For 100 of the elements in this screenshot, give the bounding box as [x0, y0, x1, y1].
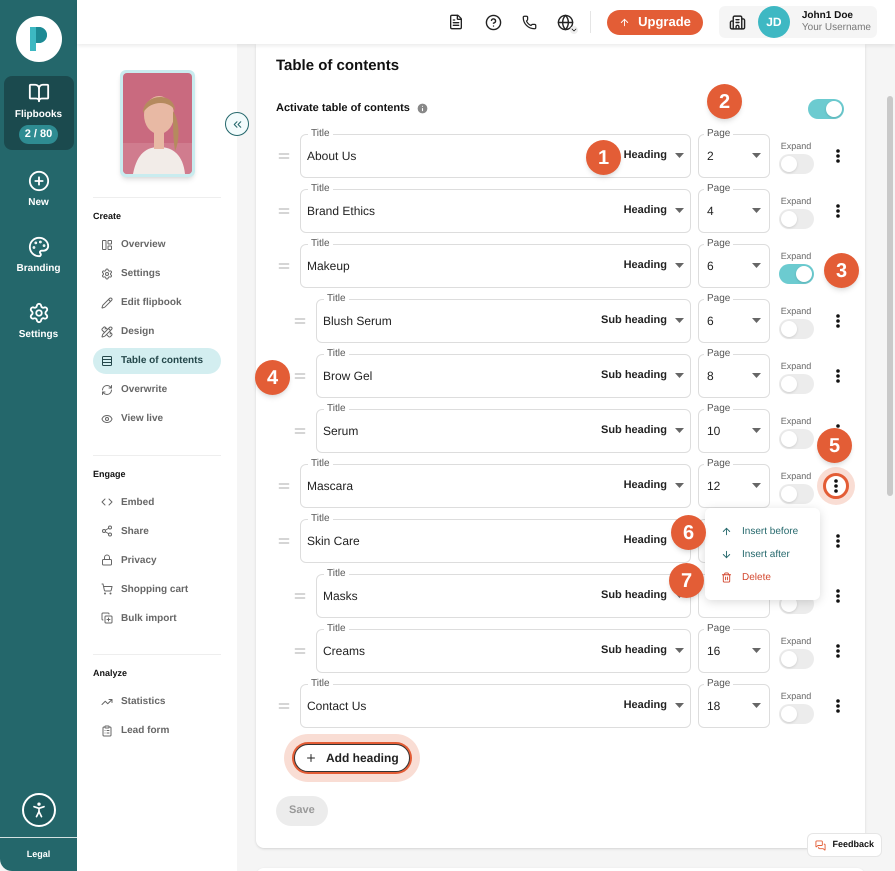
title-value: Brow Gel: [323, 368, 372, 384]
more-icon: [836, 588, 840, 602]
page-value: 16: [707, 642, 722, 660]
scrollbar[interactable]: [887, 96, 893, 496]
expand-label: Expand: [780, 470, 812, 482]
accessibility-button[interactable]: [22, 792, 56, 826]
heading-type-select[interactable]: Heading: [624, 147, 684, 164]
nav-rail-item[interactable]: New: [4, 164, 74, 216]
more-icon: [836, 204, 840, 218]
sidebar-item[interactable]: Embed: [93, 489, 221, 515]
collapse-sidebar-button[interactable]: [225, 112, 249, 136]
sidebar-item[interactable]: Shopping cart: [93, 576, 221, 602]
menu-item[interactable]: Insert before: [721, 524, 804, 538]
account-panel[interactable]: JD John1 Doe Your Username: [718, 6, 877, 38]
field-label: Title: [324, 402, 349, 414]
toggle-switch[interactable]: [778, 648, 814, 668]
upgrade-button[interactable]: Upgrade: [607, 10, 703, 34]
legal-link[interactable]: Legal: [26, 848, 50, 861]
toggle-switch[interactable]: [778, 264, 814, 284]
title-value: Creams: [323, 642, 366, 660]
sidebar-item[interactable]: Settings: [93, 260, 221, 286]
sidebar-item[interactable]: Statistics: [93, 688, 221, 714]
phone-icon[interactable]: [522, 14, 538, 30]
more-icon: [836, 368, 840, 382]
document-icon[interactable]: [448, 14, 464, 30]
clipboard-icon: [101, 724, 113, 736]
sidebar-item[interactable]: Share: [93, 518, 221, 544]
heading-type-select[interactable]: Heading: [624, 257, 684, 274]
add-heading-button[interactable]: Add heading: [284, 734, 420, 782]
toggle-switch[interactable]: [778, 428, 814, 448]
pencil-icon: [101, 296, 113, 308]
list-icon: [101, 354, 113, 366]
nav-rail-item[interactable]: Flipbooks 2 / 80: [4, 76, 74, 150]
sidebar-item[interactable]: Overwrite: [93, 376, 221, 402]
menu-item[interactable]: Delete: [721, 570, 804, 584]
sidebar-item[interactable]: Overview: [93, 232, 221, 258]
heading-type-select[interactable]: Heading: [624, 697, 684, 714]
field-label: Page: [704, 292, 734, 304]
caret-icon: [675, 483, 684, 488]
feedback-button[interactable]: Feedback: [807, 833, 882, 857]
toggle-switch[interactable]: [778, 318, 814, 338]
caret-icon: [675, 318, 684, 323]
expand-label: Expand: [780, 690, 812, 702]
heading-type-select[interactable]: Sub heading: [601, 367, 684, 384]
nav-rail-item[interactable]: Settings: [4, 296, 74, 348]
app-logo: [16, 16, 62, 62]
title-value: Masks: [323, 588, 358, 604]
toggle-switch[interactable]: [778, 154, 814, 174]
caret-icon: [752, 428, 761, 433]
caret-icon: [675, 263, 684, 268]
caret-icon: [752, 703, 761, 708]
title-value: Skin Care: [307, 532, 360, 550]
info-icon[interactable]: [416, 102, 429, 115]
heading-type-select[interactable]: Sub heading: [601, 422, 684, 439]
expand-label: Expand: [780, 140, 812, 152]
trash-icon: [721, 572, 732, 582]
field-label: Page: [704, 458, 734, 470]
caret-icon: [752, 318, 761, 323]
page-value: 10: [707, 422, 722, 440]
heading-type-select[interactable]: Heading: [624, 202, 684, 219]
caret-icon: [675, 648, 684, 653]
layout-icon: [101, 238, 113, 250]
more-icon: [834, 478, 838, 492]
section-heading: Engage: [93, 468, 127, 481]
sidebar-item[interactable]: Table of contents: [93, 348, 221, 374]
globe-icon[interactable]: [557, 14, 574, 30]
field-label: Title: [308, 458, 333, 470]
title-value: Blush Serum: [323, 312, 392, 330]
toggle-switch[interactable]: [778, 484, 814, 504]
sidebar-item[interactable]: Lead form: [93, 718, 221, 744]
sidebar-item[interactable]: Privacy: [93, 547, 221, 573]
title-value: Brand Ethics: [307, 202, 376, 220]
toggle-switch[interactable]: [778, 208, 814, 228]
menu-item[interactable]: Insert after: [721, 546, 804, 562]
cart-icon: [101, 583, 113, 595]
sidebar-item[interactable]: View live: [93, 406, 221, 432]
sidebar-item[interactable]: Design: [93, 318, 221, 344]
plus-icon: [305, 752, 317, 764]
caret-icon: [752, 263, 761, 268]
page-value: 2: [707, 148, 715, 164]
expand-label: Expand: [780, 250, 812, 262]
nav-rail-item[interactable]: Branding: [4, 230, 74, 282]
sidebar-item[interactable]: Bulk import: [93, 605, 221, 631]
caret-icon: [752, 483, 761, 488]
toggle-switch[interactable]: [778, 704, 814, 724]
toggle-switch[interactable]: [778, 374, 814, 394]
sidebar-item[interactable]: Edit flipbook: [93, 290, 221, 316]
page-value: 18: [707, 698, 722, 714]
expand-label: Expand: [780, 360, 812, 372]
heading-type-select[interactable]: Sub heading: [601, 642, 684, 659]
heading-type-select[interactable]: Sub heading: [601, 312, 684, 329]
help-icon[interactable]: [485, 14, 502, 30]
chevron-down-icon[interactable]: [570, 26, 578, 34]
toggle-switch[interactable]: [808, 98, 844, 118]
field-label: Title: [324, 568, 349, 580]
heading-type-select[interactable]: Heading: [624, 477, 684, 494]
expand-label: Expand: [780, 636, 812, 646]
title-value: About Us: [307, 148, 356, 164]
eye-icon: [101, 412, 113, 424]
caret-icon: [675, 373, 684, 378]
